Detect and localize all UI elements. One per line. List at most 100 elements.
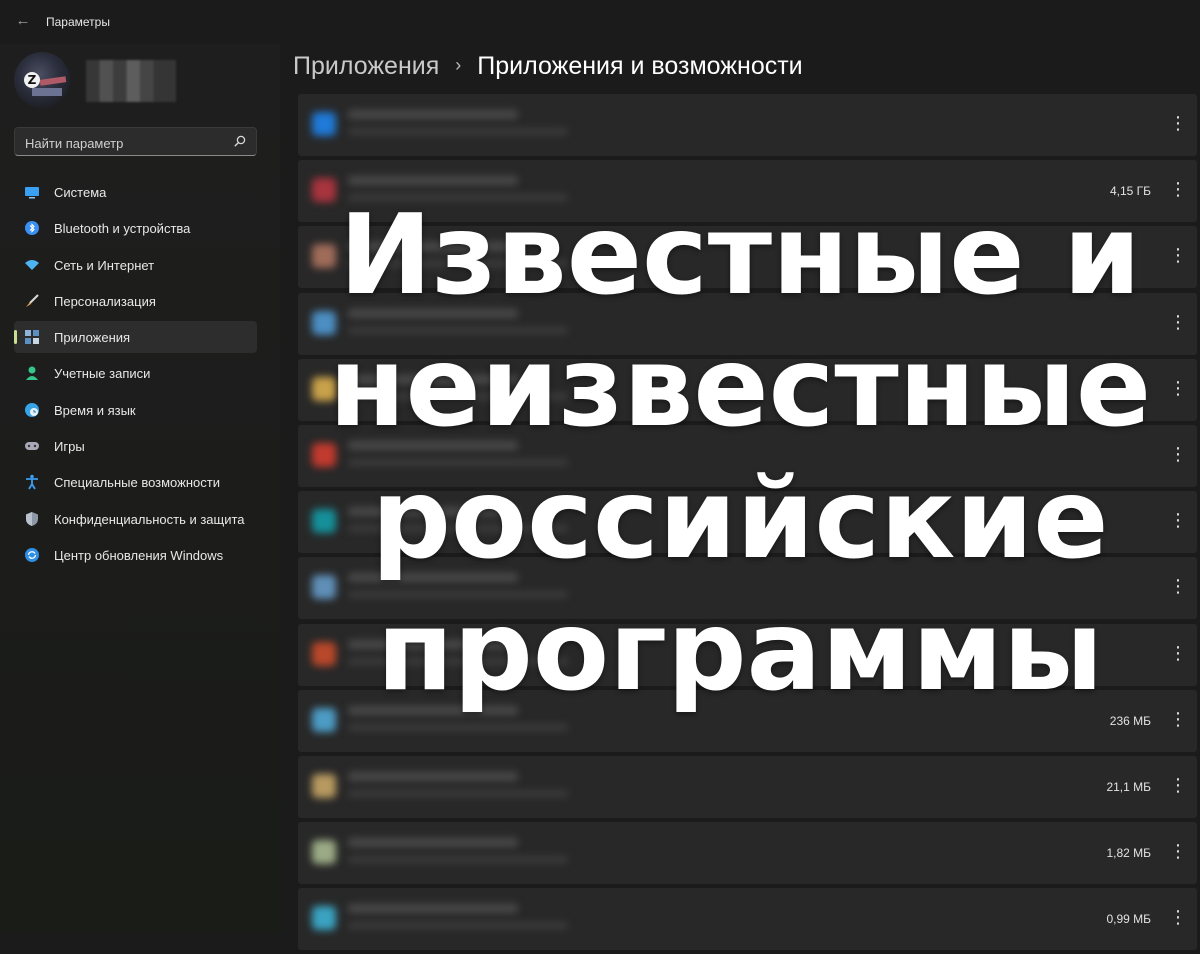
app-name-blurred (348, 838, 518, 848)
app-list-item[interactable]: ⋮ (298, 557, 1197, 620)
more-options-icon[interactable]: ⋮ (1169, 839, 1187, 863)
app-list-item[interactable]: ⋮ (298, 94, 1197, 156)
more-options-icon[interactable]: ⋮ (1169, 905, 1187, 929)
more-options-icon[interactable]: ⋮ (1169, 442, 1187, 466)
app-name-blurred (348, 705, 518, 715)
app-name-blurred (348, 374, 518, 384)
shield-icon (26, 511, 38, 526)
user-icon (26, 366, 38, 381)
app-name-blurred (348, 110, 518, 119)
app-details-blurred (348, 591, 568, 599)
app-details-blurred (348, 789, 568, 797)
app-icon (312, 840, 336, 865)
window-title: Параметры (46, 15, 110, 29)
sidebar-item-apps[interactable]: Приложения (14, 321, 257, 354)
sidebar-item-personalization[interactable]: Персонализация (14, 285, 257, 317)
breadcrumb-parent-link[interactable]: Приложения (293, 52, 439, 80)
app-list-item[interactable]: ⋮ (298, 424, 1197, 487)
more-options-icon[interactable]: ⋮ (1169, 243, 1187, 267)
more-options-icon[interactable]: ⋮ (1169, 111, 1187, 135)
active-indicator (14, 330, 17, 345)
apps-list: ⋮ 4,15 ГБ ⋮ ⋮ ⋮ ⋮ ⋮ ⋮ ⋮ ⋮ 236 МБ ⋮ 21,1 МБ ⋮ 1,82 МБ ⋮ 0… (298, 94, 1197, 954)
app-icon (312, 310, 336, 335)
more-options-icon[interactable]: ⋮ (1169, 376, 1187, 400)
sidebar-item-accounts[interactable]: Учетные записи (14, 357, 257, 389)
sidebar-item-accessibility[interactable]: Специальные возможности (14, 466, 257, 498)
search-icon[interactable] (234, 135, 246, 147)
app-list-item[interactable]: ⋮ (298, 358, 1197, 421)
app-details-blurred (348, 392, 568, 400)
app-name-blurred (348, 904, 518, 914)
app-icon (312, 244, 336, 269)
sidebar-item-system[interactable]: Система (14, 176, 257, 208)
accessibility-icon (26, 475, 38, 490)
app-details-blurred (348, 194, 568, 202)
app-name-blurred (348, 176, 518, 186)
sidebar-nav: Система Bluetooth и устройства Сеть и Ин… (14, 176, 257, 575)
monitor-icon (25, 187, 39, 199)
sidebar-item-windows-update[interactable]: Центр обновления Windows (14, 539, 257, 571)
app-list-item[interactable]: ⋮ (298, 491, 1197, 554)
search-input[interactable]: Найти параметр (14, 127, 257, 156)
app-icon (312, 178, 336, 203)
app-size: 21,1 МБ (1106, 779, 1151, 794)
brush-icon (26, 294, 39, 307)
app-list-item[interactable]: ⋮ (298, 623, 1197, 686)
app-icon (312, 575, 336, 600)
more-options-icon[interactable]: ⋮ (1169, 177, 1187, 201)
username-blurred (86, 60, 176, 102)
sidebar-item-network[interactable]: Сеть и Интернет (14, 249, 257, 281)
app-details-blurred (348, 723, 568, 731)
app-size: 236 МБ (1109, 713, 1151, 728)
gamepad-icon (25, 442, 39, 451)
app-name-blurred (348, 440, 518, 450)
app-list-item[interactable]: 1,82 МБ ⋮ (298, 822, 1197, 885)
app-size: 4,15 ГБ (1109, 184, 1151, 199)
app-details-blurred (348, 326, 568, 334)
sidebar: Z Найти параметр Система Bluetooth и уст… (0, 44, 280, 933)
app-list-item[interactable]: 21,1 МБ ⋮ (298, 755, 1197, 818)
sidebar-item-time-language[interactable]: Время и язык (14, 394, 257, 426)
avatar[interactable]: Z (14, 52, 70, 108)
more-options-icon[interactable]: ⋮ (1169, 310, 1187, 334)
app-size: 0,99 МБ (1106, 912, 1151, 927)
app-list-item[interactable]: 236 МБ ⋮ (298, 689, 1197, 752)
app-icon (312, 707, 336, 732)
app-list-item[interactable]: ⋮ (298, 226, 1197, 289)
more-options-icon[interactable]: ⋮ (1169, 508, 1187, 532)
app-icon (312, 509, 336, 534)
app-icon (312, 112, 336, 136)
app-details-blurred (348, 128, 568, 135)
app-icon (312, 442, 336, 467)
app-name-blurred (348, 308, 518, 318)
app-details-blurred (348, 856, 568, 864)
breadcrumb: Приложения › Приложения и возможности (293, 52, 803, 81)
app-details-blurred (348, 260, 568, 268)
app-icon (312, 641, 336, 666)
back-arrow-icon[interactable]: ← (14, 12, 32, 30)
sidebar-item-bluetooth[interactable]: Bluetooth и устройства (14, 212, 257, 244)
app-name-blurred (348, 639, 518, 649)
app-size: 1,82 МБ (1106, 846, 1151, 861)
app-list-item[interactable]: ⋮ (298, 292, 1197, 355)
sidebar-item-privacy[interactable]: Конфиденциальность и защита (14, 503, 257, 535)
app-icon (312, 773, 336, 798)
app-list-item[interactable]: 4,15 ГБ ⋮ (298, 160, 1197, 223)
app-icon (312, 376, 336, 401)
more-options-icon[interactable]: ⋮ (1169, 641, 1187, 665)
app-list-item[interactable]: 0,99 МБ ⋮ (298, 888, 1197, 951)
app-details-blurred (348, 525, 568, 533)
sidebar-item-gaming[interactable]: Игры (14, 430, 257, 462)
apps-icon (25, 330, 39, 345)
title-bar: ← Параметры (0, 0, 1200, 44)
bluetooth-icon (25, 221, 39, 236)
app-details-blurred (348, 458, 568, 466)
app-name-blurred (348, 507, 518, 517)
more-options-icon[interactable]: ⋮ (1169, 707, 1187, 731)
more-options-icon[interactable]: ⋮ (1169, 773, 1187, 797)
page-title: Приложения и возможности (477, 52, 803, 80)
globe-clock-icon (25, 402, 39, 417)
more-options-icon[interactable]: ⋮ (1169, 574, 1187, 598)
update-icon (25, 547, 39, 562)
app-icon (312, 906, 336, 931)
